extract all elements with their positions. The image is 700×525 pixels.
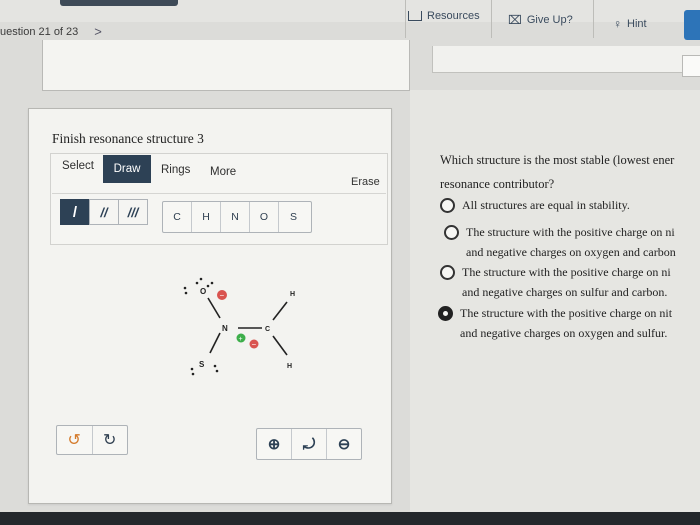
triple-bond-button[interactable]: /// <box>118 199 148 225</box>
give-up-button[interactable]: ⌧ Give Up? <box>508 4 573 36</box>
answer-option-2[interactable]: The structure with the positive charge o… <box>444 222 700 262</box>
bonds <box>207 297 288 356</box>
bond-c-h-top[interactable] <box>272 301 288 321</box>
undo-icon[interactable]: ↺ <box>57 426 93 454</box>
bond-o-n[interactable] <box>207 297 221 319</box>
zoom-out-icon[interactable]: ⊖ <box>327 429 361 459</box>
top-dark-tab <box>60 0 178 6</box>
option-text: The structure with the positive charge o… <box>460 306 673 320</box>
zoom-in-icon[interactable]: ⊕ <box>257 429 292 459</box>
atom-oxygen-button[interactable]: O <box>250 202 279 232</box>
resources-label: Resources <box>427 10 480 22</box>
atom-oxygen[interactable]: O <box>200 287 206 296</box>
tab-select[interactable]: Select <box>62 160 94 172</box>
atom-nitrogen-button[interactable]: N <box>221 202 250 232</box>
check-answer-button[interactable] <box>684 10 700 40</box>
answer-box[interactable] <box>682 55 700 77</box>
option-text: The structure with the positive charge o… <box>466 225 675 239</box>
prompt-line-1: Which structure is the most stable (lowe… <box>440 153 675 167</box>
editor-title: Finish resonance structure 3 <box>52 131 204 146</box>
atom-carbon-button[interactable]: C <box>163 202 192 232</box>
redo-icon[interactable]: ↻ <box>93 426 128 454</box>
option-text: and negative charges on oxygen and sulfu… <box>460 326 668 340</box>
option-text: and negative charges on sulfur and carbo… <box>462 285 668 299</box>
resources-button[interactable]: Resources <box>408 0 480 32</box>
give-up-icon: ⌧ <box>508 13 522 27</box>
question-counter: uestion 21 of 23 <box>0 25 79 38</box>
atom-nitrogen[interactable]: N <box>222 324 228 333</box>
option-text: All structures are equal in stability. <box>462 198 630 212</box>
answer-option-1[interactable]: All structures are equal in stability. <box>440 195 700 215</box>
answer-option-4[interactable]: The structure with the positive charge o… <box>438 303 700 343</box>
radio-button[interactable] <box>440 265 455 280</box>
atom-hydrogen-bottom[interactable]: H <box>287 363 292 370</box>
atom-hydrogen-top[interactable]: H <box>290 291 295 298</box>
atom-carbon[interactable]: C <box>265 326 270 333</box>
reset-view-icon[interactable]: ⤾ <box>292 429 327 459</box>
toolbar-divider <box>491 0 492 38</box>
history-controls: ↺ ↻ <box>56 425 128 455</box>
radio-button-selected[interactable] <box>438 306 453 321</box>
question-navigation: uestion 21 of 23 > <box>0 24 102 39</box>
molecule-canvas[interactable]: O S N C H H − + − <box>170 258 310 388</box>
radio-button[interactable] <box>440 198 455 213</box>
erase-button[interactable]: Erase <box>351 176 380 188</box>
tab-draw[interactable]: Draw <box>103 155 151 183</box>
resources-icon <box>408 11 422 21</box>
bond-c-h-bottom[interactable] <box>272 335 288 356</box>
plus-sign: + <box>239 336 243 343</box>
radio-button[interactable] <box>444 225 459 240</box>
chevron-right-icon[interactable]: > <box>94 24 102 39</box>
question-prompt: Which structure is the most stable (lowe… <box>440 148 700 196</box>
atom-sulfur[interactable]: S <box>199 360 205 369</box>
answer-option-3[interactable]: The structure with the positive charge o… <box>440 262 700 302</box>
option-text: and negative charges on oxygen and carbo… <box>466 245 676 259</box>
prompt-line-2: resonance contributor? <box>440 177 555 191</box>
minus-sign: − <box>220 291 225 300</box>
minus-sign: − <box>252 340 257 349</box>
double-bond-button[interactable]: // <box>89 199 119 225</box>
single-bond-button[interactable]: / <box>60 199 90 225</box>
lightbulb-icon: ♀ <box>613 17 622 31</box>
bond-n-s[interactable] <box>209 332 221 354</box>
hint-label: Hint <box>627 18 647 30</box>
toolbar-divider <box>405 0 406 38</box>
atom-hydrogen-button[interactable]: H <box>192 202 221 232</box>
hint-button[interactable]: ♀ Hint <box>613 8 647 40</box>
toolbar-divider <box>52 193 386 194</box>
previous-panel-left <box>42 40 410 91</box>
atom-sulfur-button[interactable]: S <box>279 202 308 232</box>
tab-rings[interactable]: Rings <box>161 164 190 176</box>
toolbar-divider <box>593 0 594 38</box>
atom-palette: C H N O S <box>162 201 312 233</box>
give-up-label: Give Up? <box>526 14 573 26</box>
tab-more[interactable]: More <box>210 166 236 178</box>
previous-panel-right <box>432 46 700 73</box>
zoom-controls: ⊕ ⤾ ⊖ <box>256 428 362 460</box>
screen-bezel <box>0 512 700 525</box>
option-text: The structure with the positive charge o… <box>462 265 671 279</box>
